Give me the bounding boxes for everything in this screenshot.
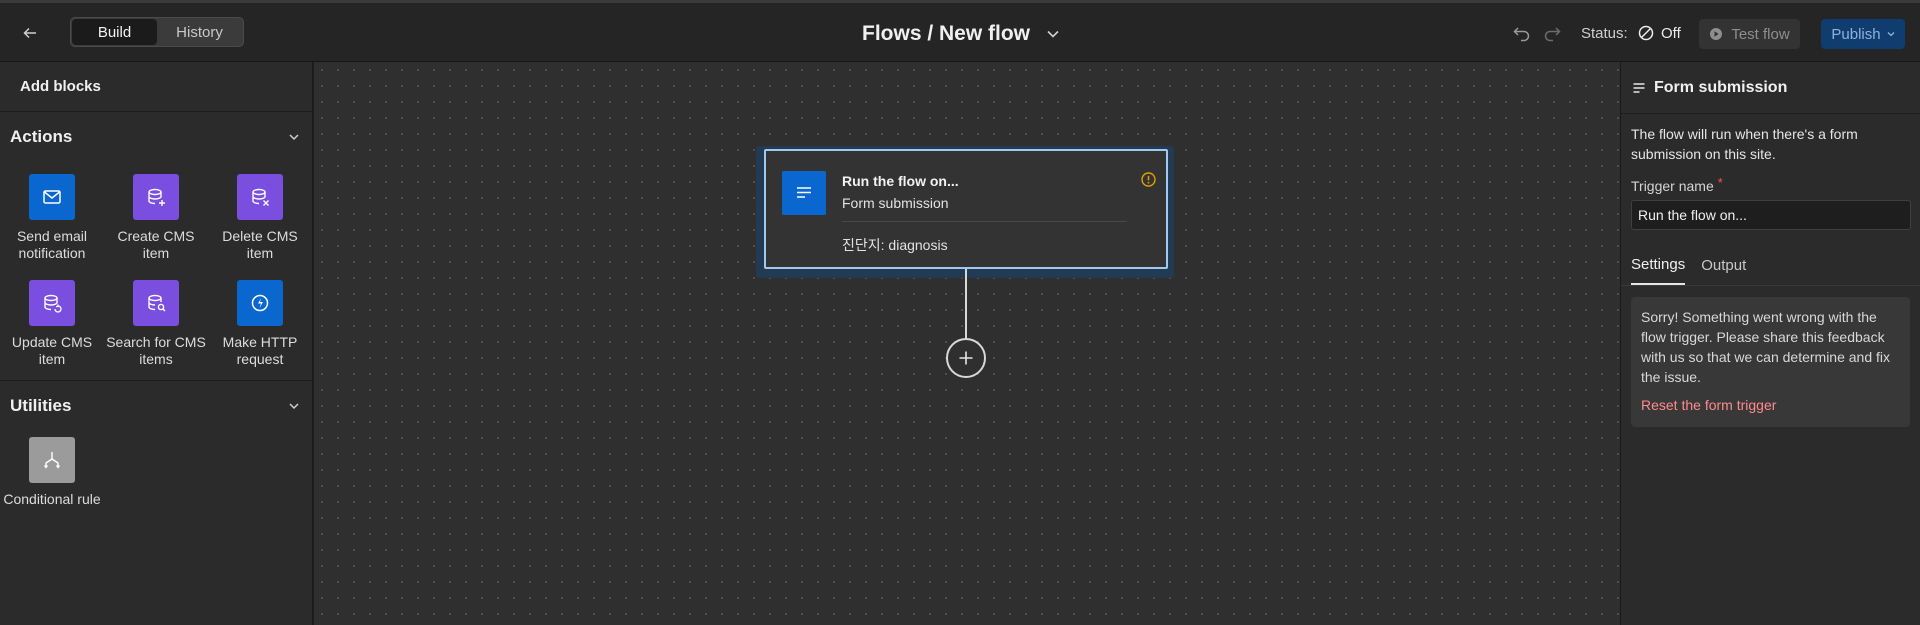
tab-output[interactable]: Output <box>1701 246 1746 285</box>
section-title: Utilities <box>10 396 72 415</box>
block-label: Conditional rule <box>3 491 101 507</box>
block-label: Send email notification <box>16 228 88 261</box>
trigger-description: The flow will run when there's a form su… <box>1631 126 1858 162</box>
test-flow-label: Test flow <box>1731 25 1790 43</box>
chevron-down-icon <box>289 403 299 410</box>
block-http-request[interactable]: Make HTTP request <box>208 280 312 368</box>
required-marker: * <box>1717 175 1723 190</box>
block-send-email[interactable]: Send email notification <box>0 174 104 262</box>
section-actions-header[interactable]: Actions <box>0 112 312 162</box>
panel-tabs: Settings Output <box>1621 246 1920 286</box>
chevron-down-icon[interactable] <box>1044 25 1062 43</box>
trigger-settings-panel: Form submission The flow will run when t… <box>1620 62 1920 625</box>
flow-canvas[interactable]: Run the flow on... Form submission 진단지: … <box>314 62 1620 625</box>
block-label: Make HTTP request <box>222 334 298 367</box>
tab-settings[interactable]: Settings <box>1631 246 1686 285</box>
build-history-toggle: Build History <box>70 17 244 47</box>
section-utilities-header[interactable]: Utilities <box>0 381 312 431</box>
redo-icon[interactable] <box>1542 23 1562 43</box>
flow-editor-app: Build History Flows / New flow Status: O… <box>0 0 1920 625</box>
panel-title: Form submission <box>1654 78 1788 96</box>
trigger-name-label-row: Trigger name * <box>1621 164 1920 194</box>
tab-history[interactable]: History <box>157 19 242 45</box>
form-icon <box>782 171 826 215</box>
node-divider <box>842 221 1127 222</box>
chevron-down-icon <box>289 134 299 141</box>
mail-icon <box>29 174 75 220</box>
play-circle-icon <box>1710 28 1723 40</box>
add-blocks-panel: Add blocks Actions Send email notificati… <box>0 62 313 625</box>
block-conditional-rule[interactable]: Conditional rule <box>0 437 104 508</box>
error-message: Sorry! Something went wrong with the flo… <box>1641 309 1891 385</box>
warning-icon <box>1141 172 1156 187</box>
database-search-icon <box>133 280 179 326</box>
page-title: Flows / New flow <box>862 22 1031 45</box>
node-field: 진단지: diagnosis <box>842 237 948 253</box>
block-label: Search for CMS items <box>106 334 206 367</box>
status-toggle[interactable]: Off <box>1638 23 1681 43</box>
publish-button[interactable]: Publish <box>1821 19 1905 49</box>
node-title: Run the flow on... <box>842 173 959 189</box>
panel-title: Add blocks <box>0 62 312 112</box>
node-subtitle: Form submission <box>842 195 949 211</box>
block-label: Create CMS item <box>117 228 195 261</box>
database-update-icon <box>29 280 75 326</box>
panel-header: Form submission <box>1621 62 1920 114</box>
publish-label: Publish <box>1831 25 1881 43</box>
top-bar: Build History Flows / New flow Status: O… <box>0 0 1920 62</box>
globe-lightning-icon <box>237 280 283 326</box>
add-step-button[interactable] <box>946 338 986 378</box>
node-connector <box>965 269 967 339</box>
reset-trigger-link[interactable]: Reset the form trigger <box>1641 397 1776 413</box>
status-label: Status: <box>1581 25 1628 42</box>
status-value: Off <box>1661 24 1681 42</box>
plus-icon <box>959 351 973 365</box>
block-label: Delete CMS item <box>222 228 298 261</box>
database-x-icon <box>237 174 283 220</box>
block-label: Update CMS item <box>11 334 93 367</box>
test-flow-button[interactable]: Test flow <box>1699 19 1800 49</box>
actions-blocks-grid: Send email notification Create CMS item … <box>0 162 312 380</box>
chevron-down-icon <box>1887 32 1895 37</box>
branch-icon <box>29 437 75 483</box>
trigger-node[interactable]: Run the flow on... Form submission 진단지: … <box>764 149 1168 269</box>
title-group: Flows / New flow <box>862 19 1062 49</box>
block-update-cms[interactable]: Update CMS item <box>0 280 104 368</box>
database-plus-icon <box>133 174 179 220</box>
utilities-blocks-grid: Conditional rule <box>0 431 312 520</box>
tab-build[interactable]: Build <box>72 19 157 45</box>
trigger-name-input[interactable] <box>1631 200 1911 230</box>
off-circle-icon <box>1638 25 1654 41</box>
block-search-cms[interactable]: Search for CMS items <box>104 280 208 368</box>
block-create-cms[interactable]: Create CMS item <box>104 174 208 262</box>
block-delete-cms[interactable]: Delete CMS item <box>208 174 312 262</box>
trigger-name-label: Trigger name <box>1631 178 1714 194</box>
form-icon <box>1633 82 1645 93</box>
undo-icon[interactable] <box>1512 23 1532 43</box>
error-alert: Sorry! Something went wrong with the flo… <box>1631 297 1910 427</box>
back-arrow-icon[interactable] <box>16 19 44 47</box>
section-title: Actions <box>10 127 73 146</box>
